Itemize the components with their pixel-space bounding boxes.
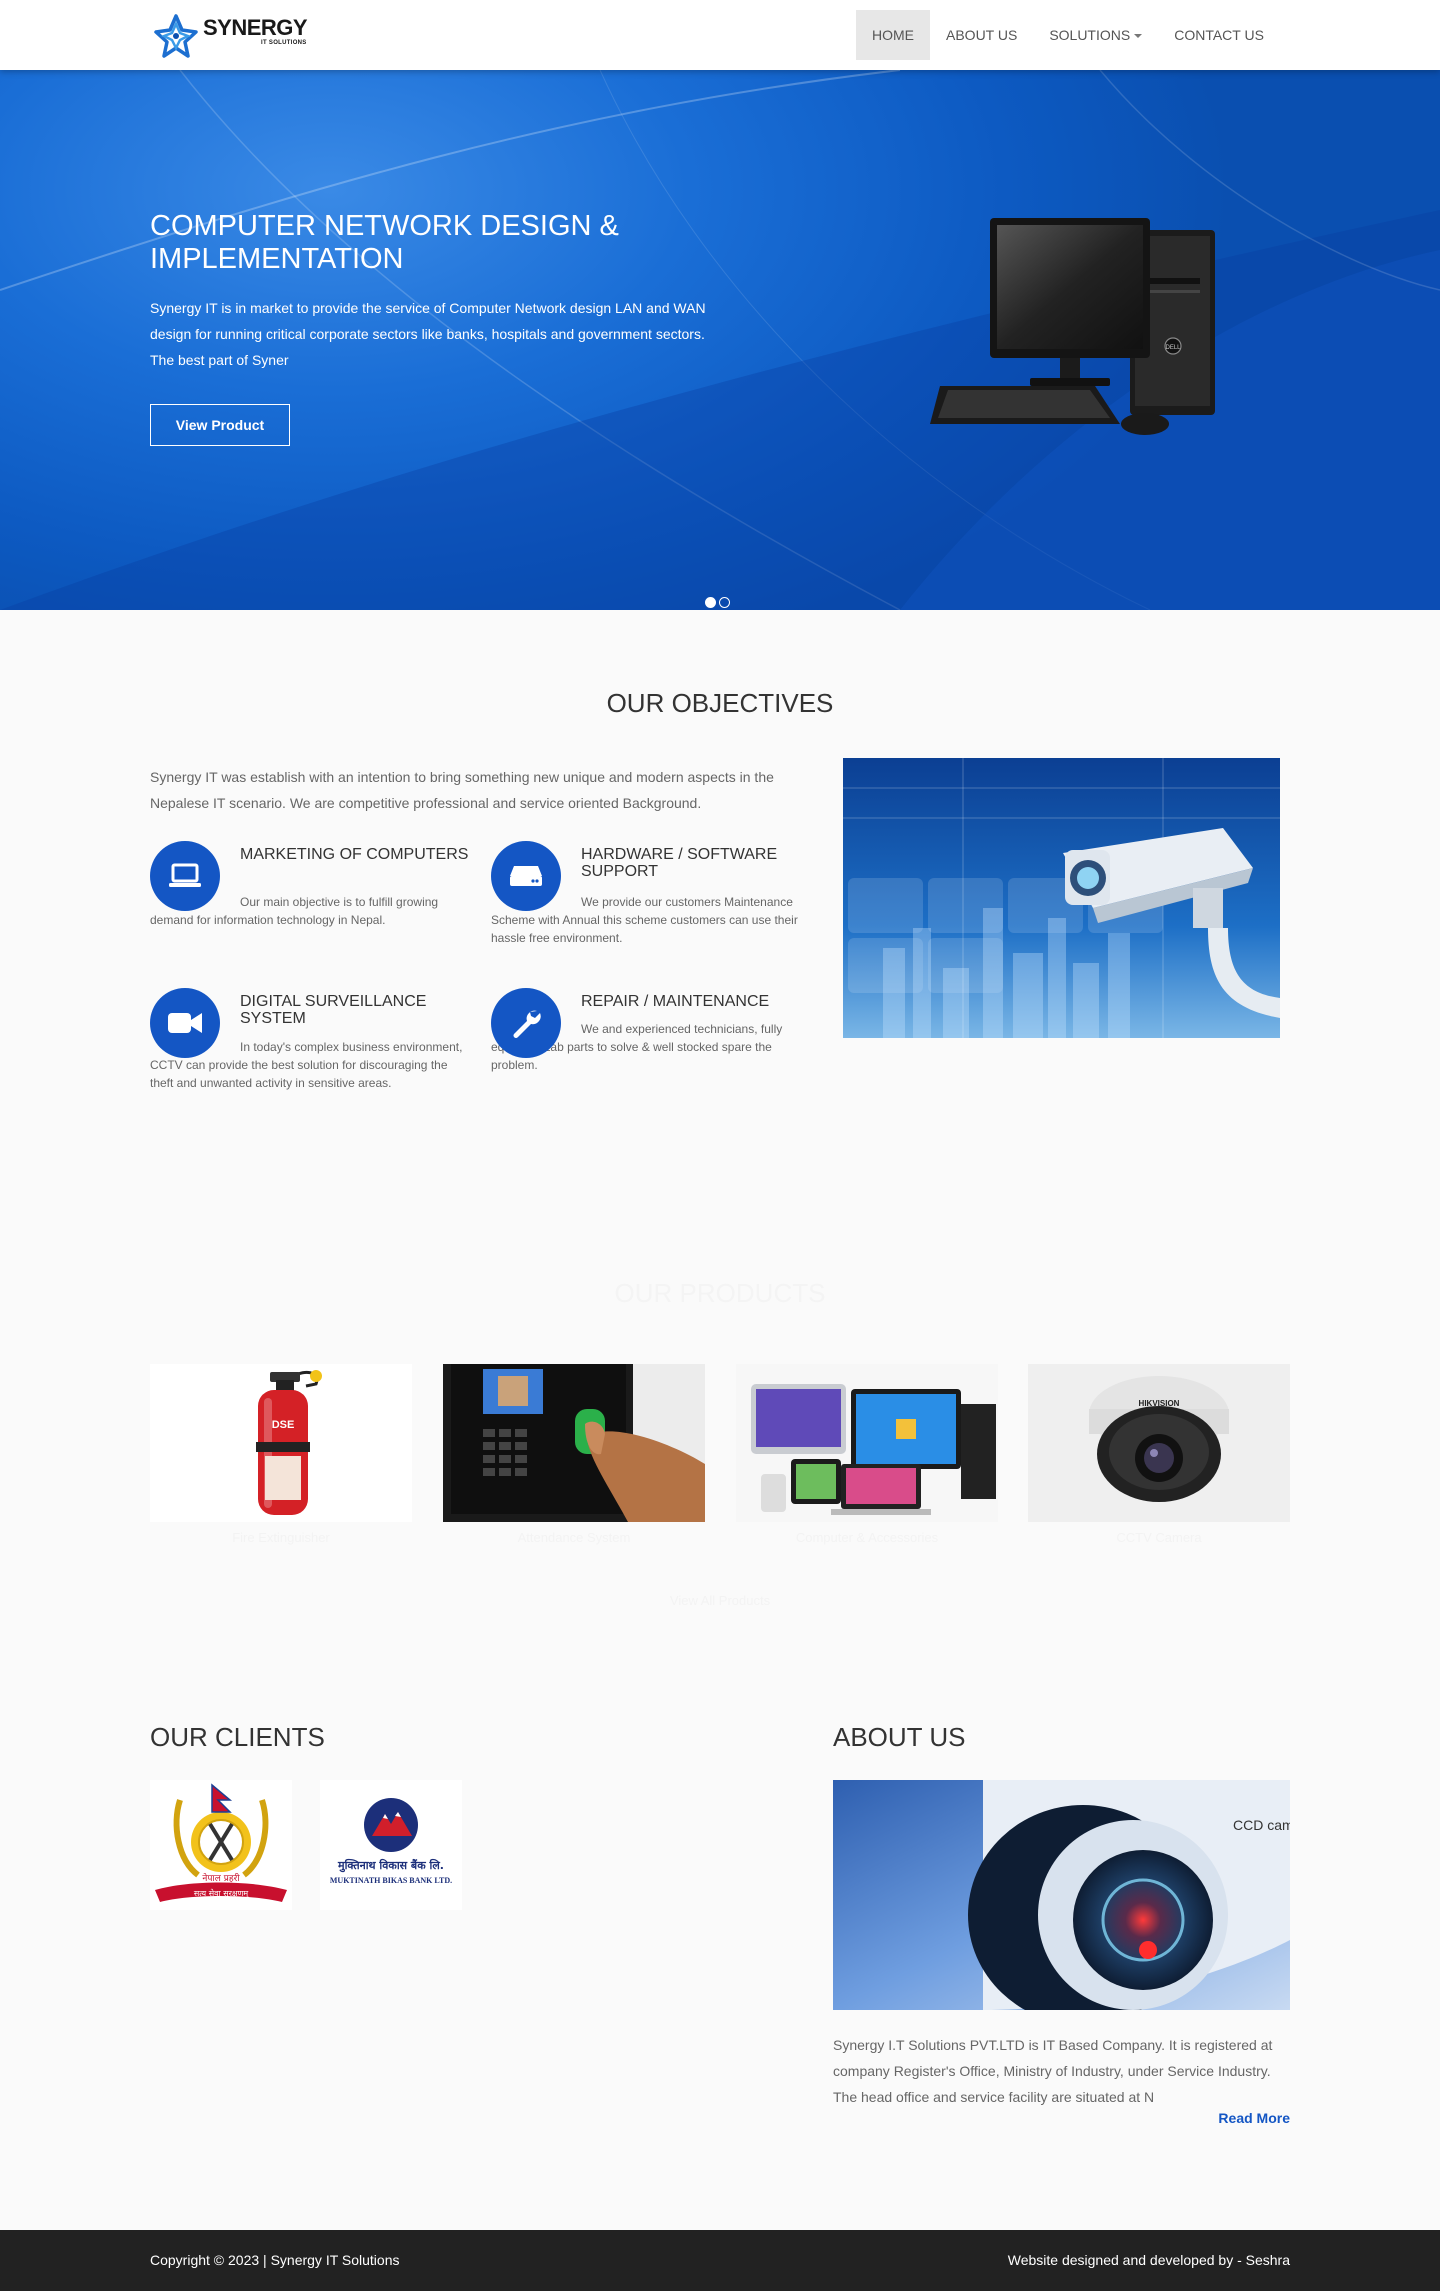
feature-title: REPAIR / MAINTENANCE: [581, 993, 770, 1010]
hero-carousel: COMPUTER NETWORK DESIGN & IMPLEMENTATION…: [0, 70, 1440, 610]
brand-logo[interactable]: SYNERGY IT SOLUTIONS: [153, 11, 313, 59]
objectives-intro: Synergy IT was establish with an intenti…: [150, 769, 774, 811]
laptop-icon: [169, 863, 201, 887]
feature-title: DIGITAL SURVEILLANCE SYSTEM: [240, 993, 427, 1027]
product-attendance-system[interactable]: [443, 1364, 705, 1522]
feature-icon-circle: [150, 988, 220, 1058]
feature-icon-circle: [491, 841, 561, 911]
product-computers[interactable]: [736, 1364, 998, 1522]
carousel-dot-1[interactable]: [705, 597, 716, 608]
feature-icon-circle: [491, 988, 561, 1058]
product-fire-extinguisher[interactable]: DSE: [150, 1364, 412, 1522]
desktop-computer-image: DELL: [930, 218, 1215, 435]
computer-devices-image: [736, 1364, 998, 1522]
synergy-star-icon: [154, 14, 198, 58]
brand-name: SYNERGY: [203, 15, 308, 40]
muktinath-bank-name-en: MUKTINATH BIKAS BANK LTD.: [329, 1876, 453, 1885]
carousel-dot-2[interactable]: [719, 597, 730, 608]
hero-description: Synergy IT is in market to provide the s…: [150, 300, 706, 368]
about-description: Synergy I.T Solutions PVT.LTD is IT Base…: [833, 2037, 1273, 2105]
svg-text:DSE: DSE: [272, 1419, 295, 1431]
feature-title: MARKETING OF COMPUTERS: [240, 846, 469, 863]
muktinath-bank-name-np: मुक्तिनाथ विकास बैंक लि.: [338, 1859, 444, 1872]
main-nav: HOME ABOUT US SOLUTIONS CONTACT US: [856, 10, 1280, 60]
brand-tagline: IT SOLUTIONS: [261, 40, 307, 46]
view-product-button[interactable]: View Product: [150, 404, 290, 446]
nav-solutions-dropdown[interactable]: SOLUTIONS: [1033, 10, 1158, 60]
hero-title: COMPUTER NETWORK DESIGN & IMPLEMENTATION: [150, 210, 619, 275]
navbar: SYNERGY IT SOLUTIONS HOME ABOUT US SOLUT…: [0, 0, 1440, 70]
nav-solutions-label: SOLUTIONS: [1049, 27, 1131, 43]
caret-down-icon: [1134, 34, 1143, 39]
feature-repair: REPAIR / MAINTENANCE We and experienced …: [491, 988, 811, 1074]
feature-marketing: MARKETING OF COMPUTERS Our main objectiv…: [150, 841, 470, 929]
nepal-police-motto: सत्य सेवा सुरक्षणम्: [193, 1889, 249, 1898]
product-caption: Attendance System: [517, 1530, 631, 1545]
muktinath-bank-logo: [364, 1798, 418, 1852]
nav-home-label: HOME: [872, 27, 914, 43]
read-more-link[interactable]: Read More: [1190, 2110, 1290, 2126]
feature-title: HARDWARE / SOFTWARE SUPPORT: [581, 846, 778, 880]
dome-camera-image: HIKVISION: [1028, 1364, 1290, 1522]
about-title: ABOUT US: [833, 1722, 966, 1752]
fire-extinguisher-image: DSE: [256, 1370, 322, 1515]
surveillance-camera-image: [843, 758, 1280, 1038]
carousel-indicators: [705, 597, 730, 608]
footer: Copyright © 2023 | Synergy IT Solutions …: [0, 2230, 1440, 2291]
objectives-title: OUR OBJECTIVES: [606, 688, 834, 718]
developer-credit: Website designed and developed by - Sesh…: [1007, 2252, 1290, 2268]
feature-surveillance: DIGITAL SURVEILLANCE SYSTEM In today's c…: [150, 988, 470, 1092]
wrench-icon: [513, 1010, 541, 1038]
feature-support: HARDWARE / SOFTWARE SUPPORT We provide o…: [491, 841, 811, 947]
svg-text:DELL: DELL: [1165, 345, 1181, 351]
nav-about-us-label: ABOUT US: [946, 27, 1018, 43]
nepal-police-name: नेपाल प्रहरी: [202, 1874, 240, 1884]
nav-home[interactable]: HOME: [856, 10, 930, 60]
cctv-closeup-image: CCD cam: [833, 1780, 1290, 2010]
clients-title: OUR CLIENTS: [150, 1722, 325, 1752]
products-title: OUR PRODUCTS: [614, 1278, 826, 1308]
product-caption: Fire Extinguisher: [232, 1530, 330, 1545]
client-muktinath-bank: मुक्तिनाथ विकास बैंक लि. MUKTINATH BIKAS…: [320, 1780, 462, 1910]
video-camera-icon: [168, 1013, 202, 1033]
hard-drive-icon: [510, 866, 542, 886]
product-cctv[interactable]: HIKVISION: [1028, 1364, 1290, 1522]
feature-icon-circle: [150, 841, 220, 911]
copyright-text: Copyright © 2023 | Synergy IT Solutions: [150, 2252, 400, 2268]
view-all-products-link[interactable]: View All Products: [620, 1593, 820, 1608]
svg-text:CCD cam: CCD cam: [1233, 1817, 1290, 1833]
product-caption: CCTV Camera: [1116, 1530, 1202, 1545]
client-nepal-police: नेपाल प्रहरी सत्य सेवा सुरक्षणम्: [150, 1780, 292, 1910]
nav-about-us[interactable]: ABOUT US: [930, 10, 1033, 60]
attendance-machine-image: [443, 1364, 705, 1522]
nav-contact-us[interactable]: CONTACT US: [1158, 10, 1280, 60]
product-caption: Computer & Accessories: [795, 1530, 939, 1545]
nav-contact-us-label: CONTACT US: [1174, 27, 1264, 43]
